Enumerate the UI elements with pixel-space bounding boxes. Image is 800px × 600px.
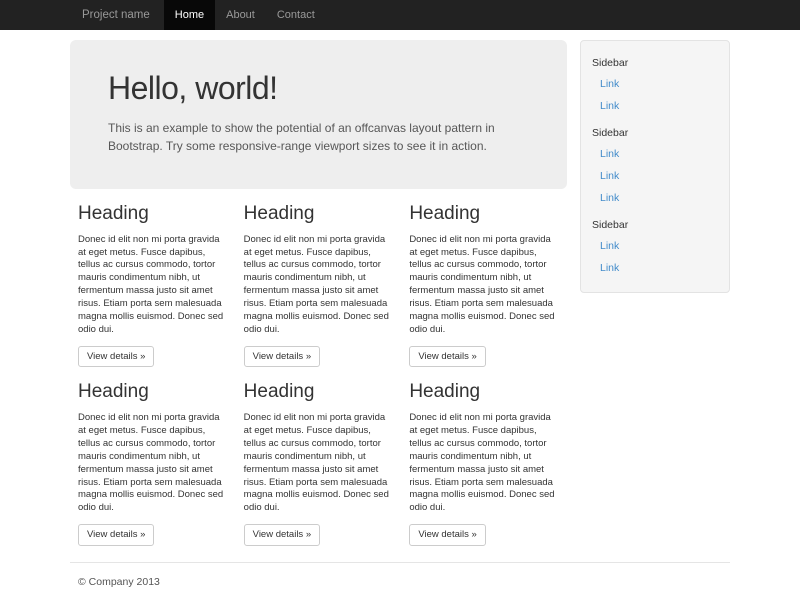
sidebar-link[interactable]: Link bbox=[581, 73, 729, 95]
jumbotron: Hello, world! This is an example to show… bbox=[70, 40, 567, 189]
sidebar: Sidebar Link Link Sidebar Link Link Link… bbox=[567, 30, 730, 293]
sidebar-header: Sidebar bbox=[581, 52, 729, 73]
card-body: Donec id elit non mi porta gravida at eg… bbox=[244, 412, 394, 515]
content-card-6: Heading Donec id elit non mi porta gravi… bbox=[401, 381, 567, 545]
card-heading: Heading bbox=[244, 203, 394, 225]
view-details-button[interactable]: View details » bbox=[409, 524, 485, 545]
content-card-1: Heading Donec id elit non mi porta gravi… bbox=[70, 203, 236, 367]
navbar-brand[interactable]: Project name bbox=[70, 0, 162, 30]
card-body: Donec id elit non mi porta gravida at eg… bbox=[244, 234, 394, 337]
page-footer: © Company 2013 bbox=[70, 563, 730, 588]
view-details-button[interactable]: View details » bbox=[244, 346, 320, 367]
card-body: Donec id elit non mi porta gravida at eg… bbox=[78, 412, 228, 515]
nav-item-about[interactable]: About bbox=[215, 0, 266, 30]
card-heading: Heading bbox=[409, 381, 559, 403]
content-card-4: Heading Donec id elit non mi porta gravi… bbox=[70, 381, 236, 545]
sidebar-well: Sidebar Link Link Sidebar Link Link Link… bbox=[580, 40, 730, 293]
card-body: Donec id elit non mi porta gravida at eg… bbox=[409, 412, 559, 515]
sidebar-link[interactable]: Link bbox=[581, 235, 729, 257]
sidebar-link[interactable]: Link bbox=[581, 95, 729, 117]
sidebar-link[interactable]: Link bbox=[581, 187, 729, 209]
sidebar-header: Sidebar bbox=[581, 214, 729, 235]
offcanvas-row: Hello, world! This is an example to show… bbox=[70, 30, 730, 546]
nav-item-contact[interactable]: Contact bbox=[266, 0, 326, 30]
view-details-button[interactable]: View details » bbox=[78, 524, 154, 545]
card-body: Donec id elit non mi porta gravida at eg… bbox=[409, 234, 559, 337]
view-details-button[interactable]: View details » bbox=[409, 346, 485, 367]
content-card-2: Heading Donec id elit non mi porta gravi… bbox=[236, 203, 402, 367]
cards-row-1: Heading Donec id elit non mi porta gravi… bbox=[70, 203, 567, 367]
card-body: Donec id elit non mi porta gravida at eg… bbox=[78, 234, 228, 337]
cards-row-2: Heading Donec id elit non mi porta gravi… bbox=[70, 381, 567, 545]
card-heading: Heading bbox=[78, 381, 228, 403]
content-card-3: Heading Donec id elit non mi porta gravi… bbox=[401, 203, 567, 367]
page-container: Hello, world! This is an example to show… bbox=[70, 30, 730, 588]
navbar-container: Project name Home About Contact bbox=[70, 0, 730, 30]
jumbotron-title: Hello, world! bbox=[108, 70, 529, 107]
content-card-5: Heading Donec id elit non mi porta gravi… bbox=[236, 381, 402, 545]
jumbotron-description: This is an example to show the potential… bbox=[108, 119, 529, 155]
view-details-button[interactable]: View details » bbox=[78, 346, 154, 367]
nav-item-home[interactable]: Home bbox=[164, 0, 215, 30]
main-content: Hello, world! This is an example to show… bbox=[70, 30, 567, 546]
sidebar-link[interactable]: Link bbox=[581, 143, 729, 165]
navbar-nav: Home About Contact bbox=[164, 0, 326, 30]
card-heading: Heading bbox=[78, 203, 228, 225]
sidebar-link[interactable]: Link bbox=[581, 165, 729, 187]
card-heading: Heading bbox=[244, 381, 394, 403]
top-navbar: Project name Home About Contact bbox=[0, 0, 800, 30]
card-heading: Heading bbox=[409, 203, 559, 225]
footer-copyright: © Company 2013 bbox=[70, 563, 730, 588]
sidebar-header: Sidebar bbox=[581, 122, 729, 143]
sidebar-link[interactable]: Link bbox=[581, 257, 729, 279]
view-details-button[interactable]: View details » bbox=[244, 524, 320, 545]
